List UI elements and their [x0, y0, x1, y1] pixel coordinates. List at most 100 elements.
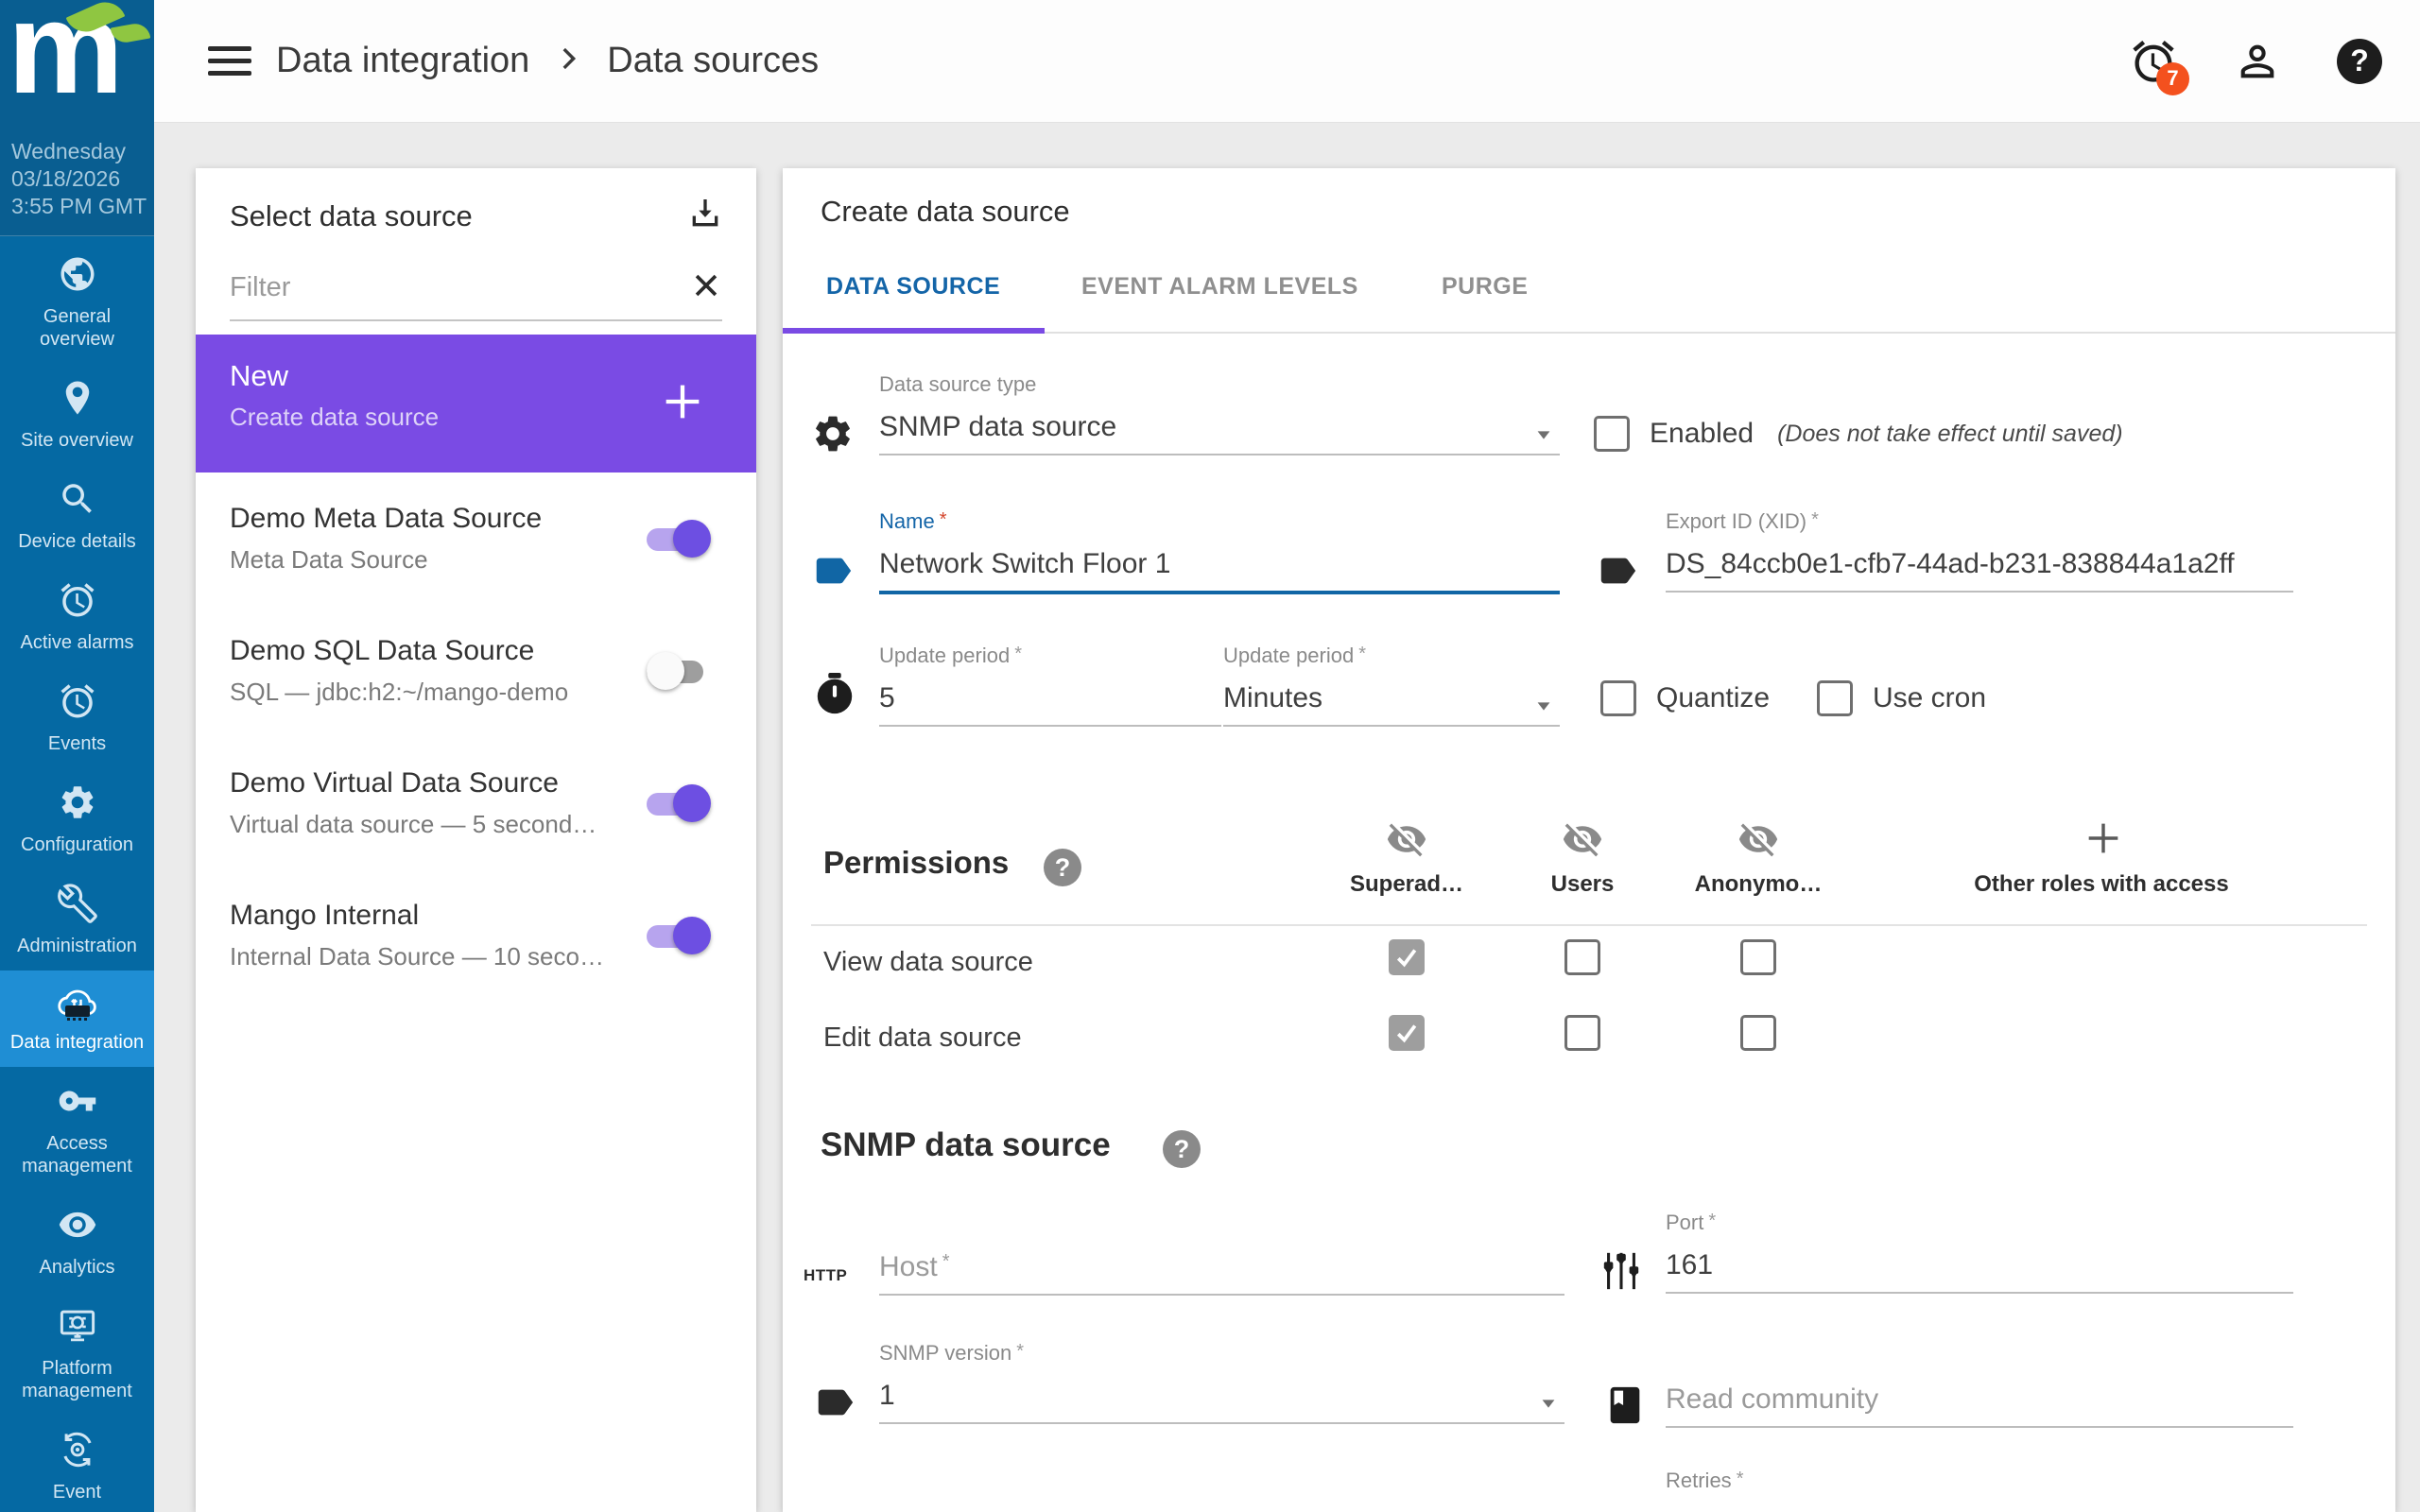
sidebar-item-device-details[interactable]: Device details [0, 465, 154, 566]
breadcrumb-section[interactable]: Data integration [276, 41, 529, 81]
use-cron-label: Use cron [1873, 682, 1986, 714]
topbar-actions: 7 [2129, 37, 2382, 86]
tab-purge[interactable]: PURGE [1442, 273, 1528, 301]
help-icon[interactable] [1163, 1130, 1201, 1168]
gear-icon [58, 782, 97, 827]
active-tab-indicator [783, 328, 1045, 334]
date-text: 03/18/2026 [11, 165, 154, 193]
sidebar-item-data-integration[interactable]: Data integration [0, 971, 154, 1067]
edit-users-checkbox[interactable] [1564, 1015, 1600, 1051]
view-anonymous-checkbox[interactable] [1740, 939, 1776, 975]
view-users-checkbox[interactable] [1564, 939, 1600, 975]
user-button[interactable] [2233, 37, 2282, 86]
import-download-icon[interactable] [686, 195, 724, 237]
sidebar-item-events[interactable]: Events [0, 667, 154, 768]
required-marker: * [1737, 1469, 1744, 1489]
sidebar-item-access-management[interactable]: Access management [0, 1067, 154, 1191]
time-text: 3:55 PM GMT [11, 193, 154, 220]
update-period-unit-select[interactable]: Update period* Minutes [1223, 644, 1560, 727]
name-field[interactable]: Name* Network Switch Floor 1 [879, 509, 1560, 594]
tab-event-alarm-levels[interactable]: EVENT ALARM LEVELS [1081, 273, 1358, 301]
list-item-new-data-source[interactable]: New Create data source [196, 335, 756, 472]
sidebar-nav: General overview Site overview Device de… [0, 236, 154, 1512]
alarms-button[interactable]: 7 [2129, 37, 2178, 86]
retries-field[interactable]: Retries* [1666, 1469, 2293, 1495]
data-source-type-select[interactable]: Data source type SNMP data source [879, 372, 1560, 455]
sidebar-item-administration[interactable]: Administration [0, 869, 154, 971]
wrench-icon [58, 884, 97, 928]
sidebar-item-label: Access management [7, 1132, 148, 1177]
edit-superadmin-checkbox[interactable] [1389, 1015, 1425, 1051]
help-icon[interactable] [1044, 849, 1081, 886]
field-label: Update period [879, 644, 1010, 667]
use-cron-checkbox[interactable] [1817, 680, 1853, 716]
sidebar-item-configuration[interactable]: Configuration [0, 768, 154, 869]
filter-input[interactable]: Filter [230, 269, 722, 321]
edit-anonymous-checkbox[interactable] [1740, 1015, 1776, 1051]
required-marker: * [1014, 644, 1022, 664]
view-superadmin-checkbox[interactable] [1389, 939, 1425, 975]
clear-filter-icon[interactable] [690, 269, 722, 306]
permissions-title: Permissions [823, 845, 1009, 881]
required-marker: * [1708, 1211, 1716, 1231]
quantize-checkbox-row[interactable]: Quantize [1600, 680, 1770, 716]
field-value: SNMP data source [879, 411, 1560, 445]
enable-toggle[interactable] [647, 519, 711, 558]
menu-toggle-button[interactable] [208, 46, 251, 76]
snmp-section-title: SNMP data source [821, 1126, 1111, 1164]
enabled-note: (Does not take effect until saved) [1777, 421, 2122, 448]
port-field[interactable]: Port* 161 [1666, 1211, 2293, 1294]
help-button[interactable] [2337, 39, 2382, 84]
enable-toggle[interactable] [647, 916, 711, 955]
snmp-version-select[interactable]: SNMP version* 1 [879, 1341, 1564, 1424]
sidebar-item-platform-management[interactable]: Platform management [0, 1292, 154, 1416]
enable-toggle[interactable] [647, 651, 711, 691]
sidebar-item-site-overview[interactable]: Site overview [0, 364, 154, 465]
sidebar-item-event-handlers[interactable]: Event [0, 1416, 154, 1512]
permission-row-label: Edit data source [823, 1022, 1022, 1054]
permission-column-users: Users [1526, 871, 1639, 898]
data-source-list-panel: Select data source Filter New Create dat… [196, 168, 756, 1512]
field-label: Name [879, 509, 935, 533]
permission-column-superadmin: Superad… [1331, 871, 1482, 898]
sidebar-datetime: Wednesday 03/18/2026 3:55 PM GMT [0, 130, 154, 220]
breadcrumb-page: Data sources [607, 41, 819, 81]
read-community-field[interactable]: Read community [1666, 1371, 2293, 1428]
sidebar-header: m Wednesday 03/18/2026 3:55 PM GMT [0, 0, 154, 236]
sidebar-item-analytics[interactable]: Analytics [0, 1191, 154, 1292]
eye-off-icon [1562, 818, 1603, 860]
stopwatch-icon [813, 672, 856, 720]
required-marker: * [940, 509, 947, 530]
list-item-data-source[interactable]: Mango Internal Internal Data Source — 10… [196, 869, 756, 1002]
bookmark-book-icon [1603, 1383, 1647, 1432]
sidebar-item-active-alarms[interactable]: Active alarms [0, 566, 154, 667]
filter-placeholder: Filter [230, 272, 290, 303]
tab-data-source[interactable]: DATA SOURCE [826, 273, 1000, 301]
field-label: Retries [1666, 1469, 1732, 1492]
permission-column-other-roles[interactable]: Other roles with access [1941, 871, 2262, 898]
field-label: Data source type [879, 372, 1560, 399]
snmp-version-value: 1 [879, 1380, 1564, 1414]
list-item-data-source[interactable]: Demo Meta Data Source Meta Data Source [196, 472, 756, 605]
source-subtitle: SQL — jdbc:h2:~/mango-demo [230, 678, 652, 707]
add-role-plus-icon[interactable] [2082, 816, 2125, 865]
enabled-checkbox[interactable] [1594, 416, 1630, 452]
sidebar-item-label: Device details [18, 530, 136, 553]
source-title: Demo Meta Data Source [230, 503, 652, 535]
update-period-value-field[interactable]: Update period* 5 [879, 644, 1221, 727]
sidebar-item-label: General overview [7, 305, 148, 351]
list-item-data-source[interactable]: Demo SQL Data Source SQL — jdbc:h2:~/man… [196, 605, 756, 737]
xid-field[interactable]: Export ID (XID)* DS_84ccb0e1-cfb7-44ad-b… [1666, 509, 2293, 593]
sidebar-item-general-overview[interactable]: General overview [0, 240, 154, 364]
source-subtitle: Virtual data source — 5 second… [230, 810, 652, 839]
enable-toggle[interactable] [647, 783, 711, 823]
sidebar-item-label: Site overview [21, 429, 133, 452]
field-label: Export ID (XID) [1666, 509, 1806, 533]
enabled-checkbox-row[interactable]: Enabled (Does not take effect until save… [1594, 416, 2123, 452]
list-item-data-source[interactable]: Demo Virtual Data Source Virtual data so… [196, 737, 756, 869]
quantize-checkbox[interactable] [1600, 680, 1636, 716]
host-field[interactable]: Host* [879, 1239, 1564, 1296]
sidebar-item-label: Analytics [39, 1256, 114, 1279]
use-cron-checkbox-row[interactable]: Use cron [1817, 680, 1986, 716]
xid-value: DS_84ccb0e1-cfb7-44ad-b231-838844a1a2ff [1666, 548, 2293, 582]
